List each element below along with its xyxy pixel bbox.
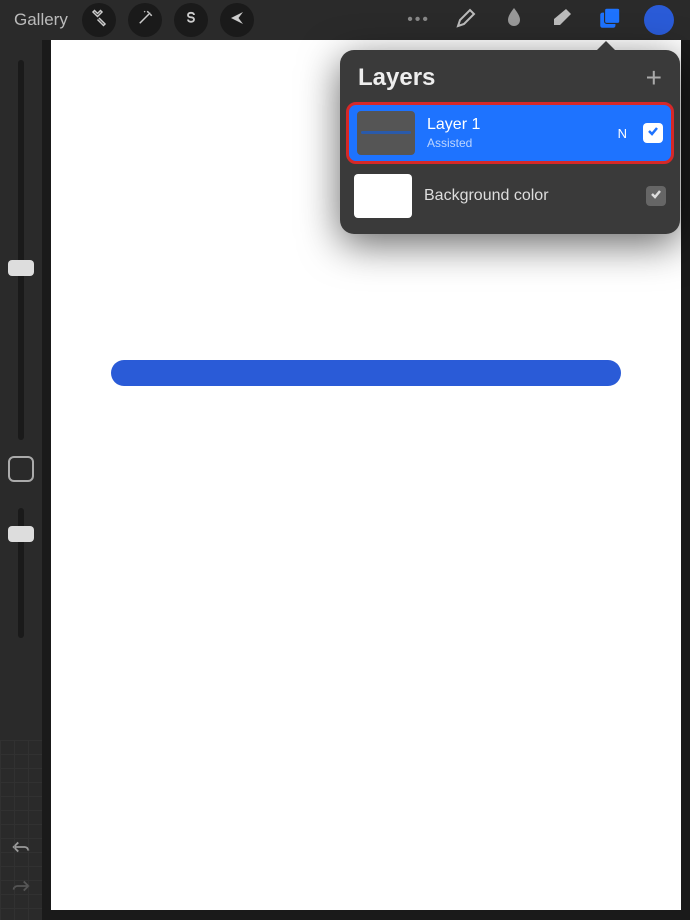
layers-icon	[597, 5, 623, 36]
add-layer-button[interactable]: +	[646, 64, 662, 92]
arrow-icon	[228, 9, 246, 32]
undo-redo-group	[10, 838, 32, 900]
layer-name-label: Background color	[424, 187, 634, 205]
modify-menu-button[interactable]: •••	[407, 11, 430, 29]
plus-icon: +	[646, 62, 662, 93]
check-icon	[649, 187, 663, 206]
gallery-button[interactable]: Gallery	[8, 6, 74, 34]
eraser-tool-button[interactable]	[540, 0, 584, 40]
adjustments-button[interactable]	[128, 3, 162, 37]
undo-button[interactable]	[10, 838, 32, 861]
color-picker-button[interactable]	[644, 5, 674, 35]
layer-thumbnail	[354, 174, 412, 218]
layer-visibility-checkbox[interactable]	[646, 186, 666, 206]
wrench-icon	[90, 9, 108, 32]
redo-icon	[10, 882, 32, 899]
smudge-tool-button[interactable]	[492, 0, 536, 40]
layer-info: Layer 1 Assisted	[427, 116, 606, 150]
wand-icon	[136, 9, 154, 32]
layer-thumbnail	[357, 111, 415, 155]
blend-mode-letter[interactable]: N	[618, 126, 627, 141]
brush-tool-button[interactable]	[444, 0, 488, 40]
opacity-slider-handle[interactable]	[8, 526, 34, 542]
layers-panel: Layers + Layer 1 Assisted N Background c…	[340, 50, 680, 234]
brush-size-slider-handle[interactable]	[8, 260, 34, 276]
check-icon	[646, 124, 660, 143]
layer-visibility-checkbox[interactable]	[643, 123, 663, 143]
layer-info: Background color	[424, 187, 634, 205]
layers-panel-title: Layers	[358, 64, 435, 92]
smudge-icon	[502, 6, 526, 35]
dots-icon: •••	[407, 11, 430, 28]
drawn-stroke	[111, 360, 621, 386]
s-icon	[182, 9, 200, 32]
actions-button[interactable]	[82, 3, 116, 37]
modify-square-button[interactable]	[8, 456, 34, 482]
brush-size-slider-track[interactable]	[18, 60, 24, 440]
layer-name-label: Layer 1	[427, 116, 606, 134]
undo-icon	[10, 843, 32, 860]
opacity-slider-track[interactable]	[18, 508, 24, 638]
eraser-icon	[550, 6, 574, 35]
redo-button[interactable]	[10, 877, 32, 900]
brush-icon	[454, 6, 478, 35]
layer-row-background[interactable]: Background color	[346, 168, 674, 224]
layer-subtitle-label: Assisted	[427, 136, 606, 150]
selection-button[interactable]	[174, 3, 208, 37]
thumbnail-stroke	[361, 131, 411, 134]
layers-panel-header: Layers +	[340, 50, 680, 102]
layers-button[interactable]	[588, 0, 632, 40]
layer-row-layer1[interactable]: Layer 1 Assisted N	[346, 102, 674, 164]
transform-button[interactable]	[220, 3, 254, 37]
top-toolbar: Gallery •••	[0, 0, 690, 40]
left-sidebar	[0, 40, 42, 920]
